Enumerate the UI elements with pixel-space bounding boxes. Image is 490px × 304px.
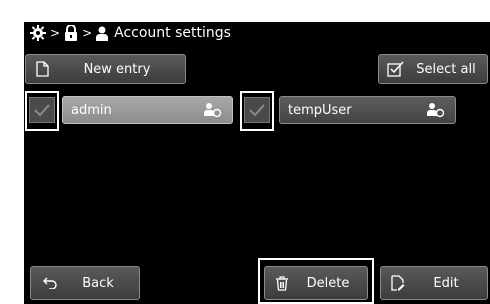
breadcrumb-separator: > [50,26,61,40]
check-icon [34,104,50,117]
delete-label: Delete [306,275,350,291]
new-entry-label: New entry [83,61,151,77]
page-title: Account settings [114,25,231,41]
trash-icon [275,275,289,291]
back-arrow-icon [43,277,57,289]
edit-document-icon [391,275,405,291]
check-icon [249,104,265,117]
edit-button[interactable]: Edit [380,266,488,300]
breadcrumb: > > Account settings [24,22,490,44]
select-all-button[interactable]: Select all [378,54,488,84]
back-label: Back [82,275,114,291]
user-settings-icon [427,102,445,118]
document-icon [36,61,49,77]
user-name: tempUser [288,102,352,118]
checkbox-icon [387,61,405,77]
delete-button[interactable]: Delete [264,266,368,300]
lock-icon[interactable] [64,25,78,41]
gear-icon[interactable] [30,25,46,41]
breadcrumb-separator: > [82,26,93,40]
user-entry-tempuser[interactable]: tempUser [279,96,456,124]
new-entry-button[interactable]: New entry [25,54,186,84]
checkbox-admin[interactable] [29,97,55,123]
edit-label: Edit [433,275,459,291]
select-all-label: Select all [416,61,476,77]
user-settings-icon [204,102,222,118]
user-entry-admin[interactable]: admin [62,96,233,124]
user-icon [96,26,109,41]
user-name: admin [71,102,112,118]
back-button[interactable]: Back [30,266,140,300]
checkbox-tempuser[interactable] [244,97,270,123]
